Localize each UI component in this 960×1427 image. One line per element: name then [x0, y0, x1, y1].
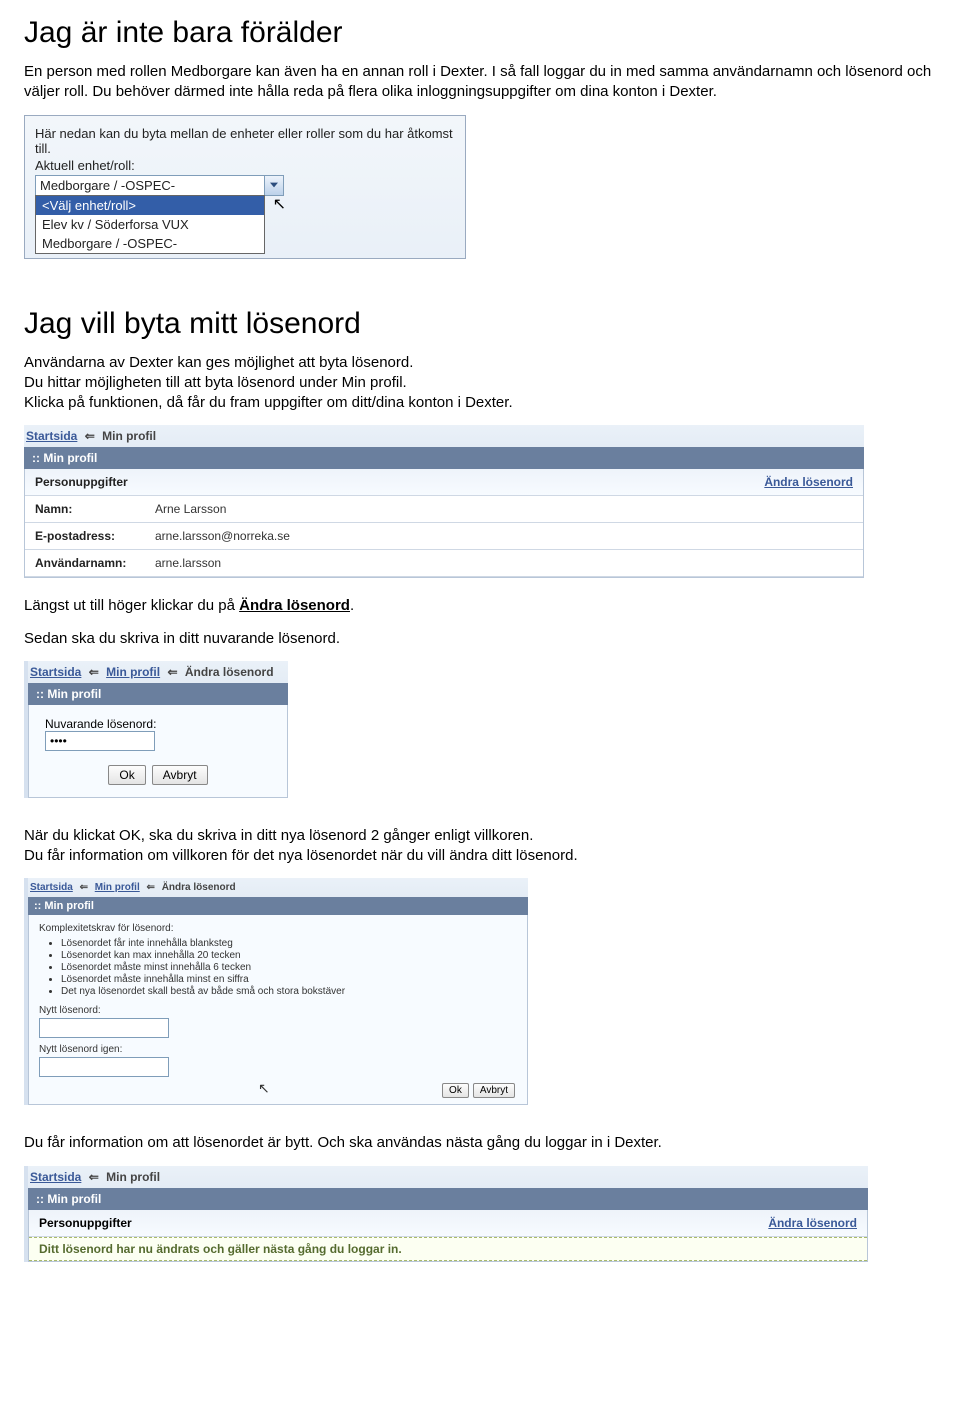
breadcrumb-start[interactable]: Startsida: [30, 882, 73, 893]
breadcrumb: Startsida ⇐ Min profil: [28, 1166, 868, 1188]
breadcrumb-profile[interactable]: Min profil: [95, 882, 140, 893]
cursor-icon: ↖: [258, 1080, 270, 1097]
role-select-label: Aktuell enhet/roll:: [35, 158, 455, 173]
para-cp-2: Du hittar möjligheten till att byta löse…: [24, 373, 936, 393]
role-select-value: Medborgare / -OSPEC-: [35, 175, 265, 196]
para-click-andra: Längst ut till höger klickar du på Ändra…: [24, 596, 936, 616]
current-password-input[interactable]: ••••: [45, 731, 155, 751]
role-option-medborgare[interactable]: Medborgare / -OSPEC-: [36, 234, 264, 253]
breadcrumb-current: Ändra lösenord: [162, 882, 236, 893]
screenshot-current-password: Startsida ⇐ Min profil ⇐ Ändra lösenord …: [24, 661, 288, 798]
breadcrumb-current: Min profil: [102, 429, 156, 443]
role-select[interactable]: Medborgare / -OSPEC-: [35, 175, 455, 196]
breadcrumb-sep-icon: ⇐: [167, 665, 177, 679]
para-enter-current: Sedan ska du skriva in ditt nuvarande lö…: [24, 629, 936, 649]
success-message: Ditt lösenord har nu ändrats och gäller …: [29, 1237, 867, 1261]
para-not-only-parent: En person med rollen Medborgare kan även…: [24, 62, 936, 103]
breadcrumb-start[interactable]: Startsida: [30, 665, 81, 679]
breadcrumb-current: Min profil: [106, 1170, 160, 1184]
rules-list: Lösenordet får inte innehålla blanksteg …: [61, 938, 517, 997]
para-rules-info: Du får information om villkoren för det …: [24, 846, 936, 866]
email-value: arne.larsson@norreka.se: [155, 529, 853, 543]
screenshot-confirmation: Startsida ⇐ Min profil :: Min profil Per…: [24, 1166, 868, 1262]
rule-item: Lösenordet får inte innehålla blanksteg: [61, 938, 517, 949]
screenshot-role-switcher: Här nedan kan du byta mellan de enheter …: [24, 115, 466, 259]
breadcrumb: Startsida ⇐ Min profil ⇐ Ändra lösenord: [28, 661, 288, 683]
heading-not-only-parent: Jag är inte bara förälder: [24, 16, 936, 50]
breadcrumb-current: Ändra lösenord: [185, 665, 274, 679]
breadcrumb: Startsida ⇐ Min profil ⇐ Ändra lösenord: [28, 878, 528, 897]
rule-item: Lösenordet måste minst innehålla 6 tecke…: [61, 962, 517, 973]
breadcrumb-sep-icon: ⇐: [80, 882, 88, 893]
cancel-button[interactable]: Avbryt: [473, 1083, 515, 1098]
rule-item: Lösenordet måste innehålla minst en siff…: [61, 974, 517, 985]
panel-header: :: Min profil: [28, 897, 528, 915]
role-option-elev[interactable]: Elev kv / Söderforsa VUX: [36, 215, 264, 234]
ok-button[interactable]: Ok: [442, 1083, 469, 1098]
role-option-placeholder[interactable]: <Välj enhet/roll>: [36, 196, 264, 215]
new-password-input[interactable]: [39, 1018, 169, 1038]
change-password-link[interactable]: Ändra lösenord: [764, 475, 853, 489]
breadcrumb-start[interactable]: Startsida: [30, 1170, 81, 1184]
para-cp-3: Klicka på funktionen, då får du fram upp…: [24, 393, 936, 413]
screenshot-min-profil: Startsida ⇐ Min profil :: Min profil Per…: [24, 425, 864, 578]
breadcrumb-sep-icon: ⇐: [89, 1170, 99, 1184]
username-value: arne.larsson: [155, 556, 853, 570]
heading-change-password: Jag vill byta mitt lösenord: [24, 307, 936, 341]
breadcrumb-sep-icon: ⇐: [147, 882, 155, 893]
personuppgifter-label: Personuppgifter: [39, 1216, 132, 1230]
name-value: Arne Larsson: [155, 502, 853, 516]
name-label: Namn:: [35, 502, 155, 516]
para-cp-1: Användarna av Dexter kan ges möjlighet a…: [24, 353, 936, 373]
new-password-again-label: Nytt lösenord igen:: [39, 1044, 517, 1055]
change-password-link[interactable]: Ändra lösenord: [768, 1216, 857, 1230]
cursor-icon: ↖: [273, 194, 286, 214]
new-password-again-input[interactable]: [39, 1057, 169, 1077]
panel-header: :: Min profil: [28, 1188, 868, 1210]
new-password-label: Nytt lösenord:: [39, 1005, 517, 1016]
para-confirmation: Du får information om att lösenordet är …: [24, 1133, 936, 1153]
breadcrumb-profile[interactable]: Min profil: [106, 665, 160, 679]
breadcrumb: Startsida ⇐ Min profil: [24, 425, 864, 447]
role-select-dropdown[interactable]: <Välj enhet/roll> ↖ Elev kv / Söderforsa…: [35, 195, 265, 254]
role-intro-text: Här nedan kan du byta mellan de enheter …: [35, 126, 455, 156]
para-after-ok: När du klickat OK, ska du skriva in ditt…: [24, 826, 936, 846]
email-label: E-postadress:: [35, 529, 155, 543]
breadcrumb-sep-icon: ⇐: [89, 665, 99, 679]
rule-item: Det nya lösenordet skall bestå av både s…: [61, 986, 517, 997]
rule-item: Lösenordet kan max innehålla 20 tecken: [61, 950, 517, 961]
current-password-label: Nuvarande lösenord:: [45, 717, 271, 731]
ok-button[interactable]: Ok: [108, 765, 145, 785]
screenshot-new-password: Startsida ⇐ Min profil ⇐ Ändra lösenord …: [24, 878, 528, 1105]
username-label: Användarnamn:: [35, 556, 155, 570]
chevron-down-icon[interactable]: [265, 175, 284, 196]
panel-header: :: Min profil: [28, 683, 288, 705]
breadcrumb-start[interactable]: Startsida: [26, 429, 77, 443]
breadcrumb-sep-icon: ⇐: [85, 429, 95, 443]
personuppgifter-label: Personuppgifter: [35, 475, 128, 489]
cancel-button[interactable]: Avbryt: [152, 765, 208, 785]
rules-heading: Komplexitetskrav för lösenord:: [39, 923, 517, 934]
panel-header: :: Min profil: [24, 447, 864, 469]
